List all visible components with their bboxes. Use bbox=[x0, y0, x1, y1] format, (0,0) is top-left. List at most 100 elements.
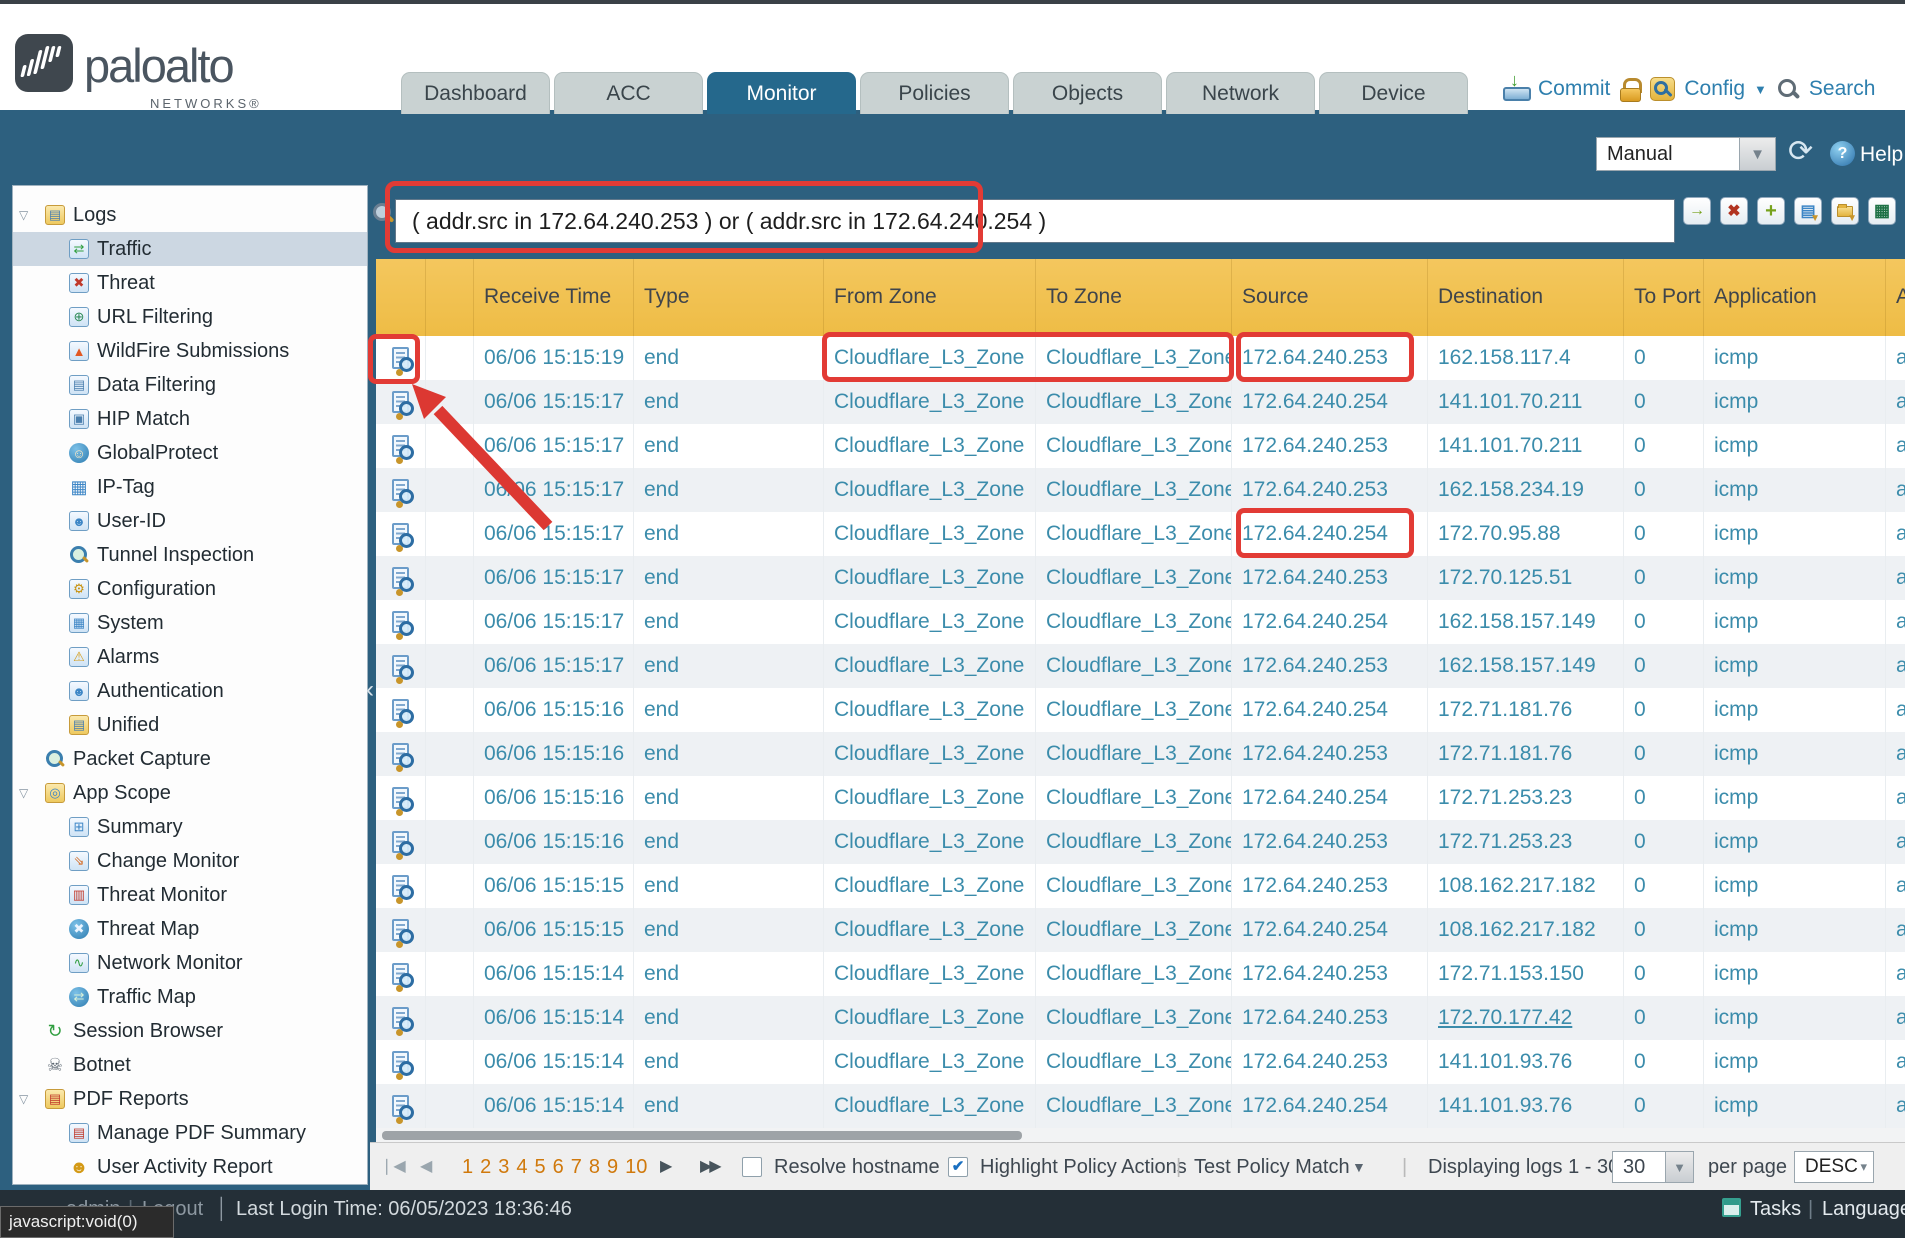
log-detail-magnifier-icon[interactable] bbox=[392, 479, 409, 501]
sidebar-item-configuration[interactable]: ▽ ⚙ Configuration bbox=[13, 572, 367, 606]
help-label[interactable]: Help bbox=[1860, 143, 1903, 167]
tab-monitor[interactable]: Monitor bbox=[707, 72, 856, 114]
log-detail-magnifier-icon[interactable] bbox=[392, 523, 409, 545]
log-detail-magnifier-icon[interactable] bbox=[392, 655, 409, 677]
config-caret-icon[interactable]: ▼ bbox=[1754, 82, 1767, 97]
log-detail-magnifier-icon[interactable] bbox=[392, 963, 409, 985]
page-number-1[interactable]: 1 bbox=[462, 1143, 473, 1191]
sidebar-item-unified[interactable]: ▽ ▤ Unified bbox=[13, 708, 367, 742]
page-number-9[interactable]: 9 bbox=[607, 1143, 618, 1191]
language-button[interactable]: Language bbox=[1822, 1198, 1905, 1221]
page-number-10[interactable]: 10 bbox=[625, 1143, 647, 1191]
tab-network[interactable]: Network bbox=[1166, 72, 1315, 114]
sidebar-item-data-filtering[interactable]: ▽ ▤ Data Filtering bbox=[13, 368, 367, 402]
add-filter-icon[interactable]: + bbox=[1757, 197, 1785, 225]
sidebar-item-user-id[interactable]: ▽ ☻ User-ID bbox=[13, 504, 367, 538]
column-header-action-clipped[interactable]: Ac bbox=[1886, 259, 1905, 336]
table-row[interactable]: 06/06 15:15:17 end Cloudflare_L3_Zone Cl… bbox=[376, 600, 1905, 644]
tab-objects[interactable]: Objects bbox=[1013, 72, 1162, 114]
sidebar-item-url-filtering[interactable]: ▽ ⊕ URL Filtering bbox=[13, 300, 367, 334]
table-row[interactable]: 06/06 15:15:17 end Cloudflare_L3_Zone Cl… bbox=[376, 512, 1905, 556]
log-detail-magnifier-icon[interactable] bbox=[392, 567, 409, 589]
highlight-policy-checkbox[interactable]: ✔ bbox=[948, 1157, 968, 1177]
table-row[interactable]: 06/06 15:15:14 end Cloudflare_L3_Zone Cl… bbox=[376, 952, 1905, 996]
clear-filter-icon[interactable]: ✖ bbox=[1720, 197, 1748, 225]
sidebar-item-packet-capture[interactable]: ▽ Packet Capture bbox=[13, 742, 367, 776]
sidebar-item-botnet[interactable]: ▽ ☠ Botnet bbox=[13, 1048, 367, 1082]
column-header-source[interactable]: Source bbox=[1232, 259, 1428, 336]
page-number-2[interactable]: 2 bbox=[480, 1143, 491, 1191]
log-detail-magnifier-icon[interactable] bbox=[392, 831, 409, 853]
tab-acc[interactable]: ACC bbox=[554, 72, 703, 114]
tab-policies[interactable]: Policies bbox=[860, 72, 1009, 114]
page-number-8[interactable]: 8 bbox=[589, 1143, 600, 1191]
refresh-mode-select[interactable]: Manual bbox=[1596, 137, 1740, 171]
sidebar-item-network-monitor[interactable]: ▽ ∿ Network Monitor bbox=[13, 946, 367, 980]
sidebar-collapse-handle[interactable]: ‹ bbox=[366, 676, 374, 704]
page-number-6[interactable]: 6 bbox=[553, 1143, 564, 1191]
tree-caret-icon[interactable]: ▽ bbox=[19, 208, 37, 222]
sidebar-item-saas-application-usage[interactable]: ▽ ☁ SaaS Application Usage bbox=[13, 1184, 367, 1185]
sort-order-select[interactable]: DESC bbox=[1794, 1151, 1874, 1183]
sidebar-item-user-activity-report[interactable]: ▽ ☻ User Activity Report bbox=[13, 1150, 367, 1184]
tree-caret-icon[interactable]: ▽ bbox=[19, 1092, 37, 1106]
sidebar-item-hip-match[interactable]: ▽ ▣ HIP Match bbox=[13, 402, 367, 436]
table-row[interactable]: 06/06 15:15:17 end Cloudflare_L3_Zone Cl… bbox=[376, 468, 1905, 512]
table-row[interactable]: 06/06 15:15:15 end Cloudflare_L3_Zone Cl… bbox=[376, 908, 1905, 952]
search-button[interactable]: Search bbox=[1809, 77, 1876, 101]
tab-dashboard[interactable]: Dashboard bbox=[401, 72, 550, 114]
prev-page-button[interactable]: ◀ bbox=[420, 1143, 432, 1191]
table-row[interactable]: 06/06 15:15:17 end Cloudflare_L3_Zone Cl… bbox=[376, 644, 1905, 688]
log-detail-magnifier-icon[interactable] bbox=[392, 875, 409, 897]
tasks-button[interactable]: Tasks bbox=[1750, 1198, 1801, 1221]
sidebar-item-summary[interactable]: ▽ ⊞ Summary bbox=[13, 810, 367, 844]
tree-caret-icon[interactable]: ▽ bbox=[19, 786, 37, 800]
table-row[interactable]: 06/06 15:15:14 end Cloudflare_L3_Zone Cl… bbox=[376, 1040, 1905, 1084]
column-header-application[interactable]: Application bbox=[1704, 259, 1886, 336]
sidebar-item-ip-tag[interactable]: ▽ ▦ IP-Tag bbox=[13, 470, 367, 504]
log-detail-magnifier-icon[interactable] bbox=[392, 699, 409, 721]
table-row[interactable]: 06/06 15:15:16 end Cloudflare_L3_Zone Cl… bbox=[376, 820, 1905, 864]
sidebar-item-threat-map[interactable]: ▽ ✖ Threat Map bbox=[13, 912, 367, 946]
tab-device[interactable]: Device bbox=[1319, 72, 1468, 114]
page-number-3[interactable]: 3 bbox=[498, 1143, 509, 1191]
sidebar-item-tunnel-inspection[interactable]: ▽ Tunnel Inspection bbox=[13, 538, 367, 572]
sidebar-item-alarms[interactable]: ▽ ⚠ Alarms bbox=[13, 640, 367, 674]
table-row[interactable]: 06/06 15:15:17 end Cloudflare_L3_Zone Cl… bbox=[376, 380, 1905, 424]
column-header-receive-time[interactable]: Receive Time bbox=[474, 259, 634, 336]
first-page-button[interactable]: ❘◀ bbox=[380, 1143, 406, 1191]
sidebar-item-change-monitor[interactable]: ▽ ⇘ Change Monitor bbox=[13, 844, 367, 878]
page-number-5[interactable]: 5 bbox=[535, 1143, 546, 1191]
export-csv-icon[interactable]: ▦ bbox=[1868, 197, 1896, 225]
column-header-to-zone[interactable]: To Zone bbox=[1036, 259, 1232, 336]
log-detail-magnifier-icon[interactable] bbox=[392, 435, 409, 457]
commit-button[interactable]: Commit bbox=[1538, 77, 1610, 101]
log-detail-magnifier-icon[interactable] bbox=[392, 787, 409, 809]
sidebar-item-system[interactable]: ▽ ▦ System bbox=[13, 606, 367, 640]
page-number-4[interactable]: 4 bbox=[516, 1143, 527, 1191]
sidebar-item-pdf-reports[interactable]: ▽ ▤ PDF Reports bbox=[13, 1082, 367, 1116]
horizontal-scrollbar[interactable] bbox=[376, 1128, 1905, 1142]
table-row[interactable]: 06/06 15:15:14 end Cloudflare_L3_Zone Cl… bbox=[376, 1084, 1905, 1128]
refresh-icon[interactable]: ⟳ bbox=[1788, 134, 1813, 169]
log-detail-magnifier-icon[interactable] bbox=[392, 1095, 409, 1117]
per-page-select[interactable]: 30 bbox=[1612, 1151, 1666, 1183]
apply-filter-icon[interactable]: → bbox=[1683, 197, 1711, 225]
sidebar-item-manage-pdf-summary[interactable]: ▽ ▤ Manage PDF Summary bbox=[13, 1116, 367, 1150]
log-detail-magnifier-icon[interactable] bbox=[392, 347, 409, 369]
table-row[interactable]: 06/06 15:15:15 end Cloudflare_L3_Zone Cl… bbox=[376, 864, 1905, 908]
load-filter-icon[interactable]: ▼ bbox=[1831, 197, 1859, 225]
next-page-button[interactable]: ▶ bbox=[660, 1143, 672, 1191]
resolve-hostname-checkbox[interactable] bbox=[742, 1157, 762, 1177]
log-detail-magnifier-icon[interactable] bbox=[392, 611, 409, 633]
log-detail-magnifier-icon[interactable] bbox=[392, 919, 409, 941]
sidebar-item-logs[interactable]: ▽ ▤ Logs bbox=[13, 198, 367, 232]
cell-destination-link[interactable]: 172.70.177.42 bbox=[1428, 996, 1624, 1040]
sidebar-item-traffic[interactable]: ▽ ⇄ Traffic bbox=[13, 232, 367, 266]
log-filter-input[interactable] bbox=[395, 199, 1675, 243]
log-detail-magnifier-icon[interactable] bbox=[392, 1007, 409, 1029]
table-row[interactable]: 06/06 15:15:16 end Cloudflare_L3_Zone Cl… bbox=[376, 776, 1905, 820]
refresh-mode-caret-icon[interactable]: ▼ bbox=[1740, 137, 1776, 171]
sidebar-item-authentication[interactable]: ▽ ☻ Authentication bbox=[13, 674, 367, 708]
log-detail-magnifier-icon[interactable] bbox=[392, 743, 409, 765]
